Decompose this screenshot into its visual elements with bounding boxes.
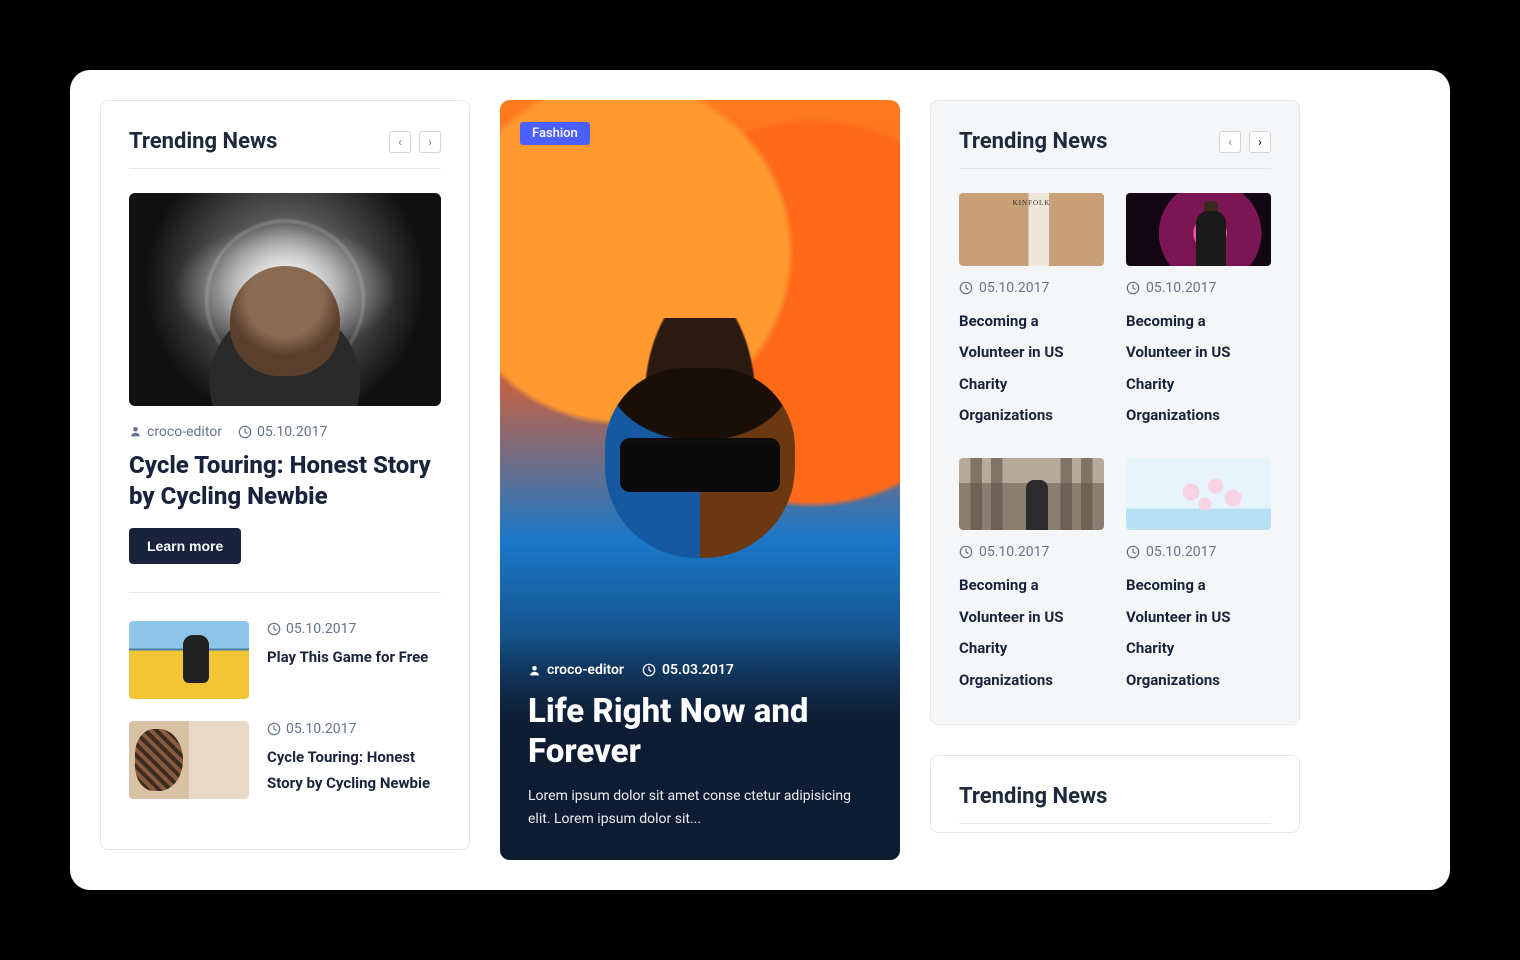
grid-meta: 05.10.2017	[959, 280, 1104, 296]
grid-item[interactable]: 05.10.2017 Becoming a Volunteer in US Ch…	[959, 193, 1104, 432]
clock-icon	[959, 281, 973, 295]
date-meta: 05.10.2017	[238, 424, 327, 440]
author-name: croco-editor	[147, 424, 222, 440]
grid-date: 05.10.2017	[979, 544, 1049, 560]
chevron-right-icon: ›	[1258, 135, 1262, 149]
hero-date-value: 05.03.2017	[662, 662, 734, 678]
list-item-body: 05.10.2017 Play This Game for Free	[267, 621, 428, 699]
grid-meta: 05.10.2017	[1126, 544, 1271, 560]
chevron-left-icon: ‹	[1228, 135, 1232, 149]
left-column: Trending News ‹ › croco-editor 05.10.201…	[100, 100, 470, 860]
clock-icon	[238, 425, 252, 439]
clock-icon	[267, 722, 281, 736]
author-meta[interactable]: croco-editor	[129, 424, 222, 440]
hero-meta: croco-editor 05.03.2017	[528, 662, 872, 678]
list-item-body: 05.10.2017 Cycle Touring: Honest Story b…	[267, 721, 441, 799]
list-item[interactable]: 05.10.2017 Cycle Touring: Honest Story b…	[129, 721, 441, 799]
card-header: Trending News ‹ ›	[959, 129, 1271, 169]
grid-title[interactable]: Becoming a Volunteer in US Charity Organ…	[959, 570, 1104, 696]
list-item-meta: 05.10.2017	[267, 621, 428, 637]
next-button[interactable]: ›	[1249, 131, 1271, 153]
list-item-thumb[interactable]	[129, 621, 249, 699]
chevron-right-icon: ›	[428, 135, 432, 149]
trending-card-left: Trending News ‹ › croco-editor 05.10.201…	[100, 100, 470, 850]
right-column: Trending News ‹ › 05.10.2017 Becoming a …	[930, 100, 1300, 860]
hero-author[interactable]: croco-editor	[528, 662, 624, 678]
hero-column: Fashion croco-editor 05.03.2017 Life Rig…	[500, 100, 900, 860]
feature-title[interactable]: Cycle Touring: Honest Story by Cycling N…	[129, 450, 441, 512]
grid-title[interactable]: Becoming a Volunteer in US Charity Organ…	[959, 306, 1104, 432]
list-item-date: 05.10.2017	[286, 721, 356, 737]
trending-card-right-2: Trending News	[930, 755, 1300, 833]
divider	[129, 592, 441, 593]
grid-thumb[interactable]	[1126, 458, 1271, 531]
list-item[interactable]: 05.10.2017 Play This Game for Free	[129, 621, 441, 699]
trending-card-right: Trending News ‹ › 05.10.2017 Becoming a …	[930, 100, 1300, 725]
grid-thumb[interactable]	[959, 458, 1104, 531]
card-title: Trending News	[959, 129, 1107, 154]
nav-buttons: ‹ ›	[1219, 131, 1271, 153]
category-badge[interactable]: Fashion	[520, 122, 590, 145]
grid-meta: 05.10.2017	[959, 544, 1104, 560]
grid-title[interactable]: Becoming a Volunteer in US Charity Organ…	[1126, 570, 1271, 696]
learn-more-button[interactable]: Learn more	[129, 528, 241, 564]
grid-date: 05.10.2017	[1146, 544, 1216, 560]
grid-meta: 05.10.2017	[1126, 280, 1271, 296]
hero-date: 05.03.2017	[642, 662, 734, 678]
prev-button[interactable]: ‹	[389, 131, 411, 153]
grid-item[interactable]: 05.10.2017 Becoming a Volunteer in US Ch…	[1126, 193, 1271, 432]
clock-icon	[642, 663, 656, 677]
next-button[interactable]: ›	[419, 131, 441, 153]
grid-date: 05.10.2017	[1146, 280, 1216, 296]
hero-excerpt: Lorem ipsum dolor sit amet conse ctetur …	[528, 785, 872, 830]
list-item-date: 05.10.2017	[286, 621, 356, 637]
grid-title[interactable]: Becoming a Volunteer in US Charity Organ…	[1126, 306, 1271, 432]
list-item-title[interactable]: Cycle Touring: Honest Story by Cycling N…	[267, 745, 441, 796]
hero-content: croco-editor 05.03.2017 Life Right Now a…	[500, 636, 900, 860]
date-value: 05.10.2017	[257, 424, 327, 440]
clock-icon	[959, 545, 973, 559]
feature-image[interactable]	[129, 193, 441, 406]
card-title: Trending News	[129, 129, 277, 154]
list-item-title[interactable]: Play This Game for Free	[267, 645, 428, 671]
card-header: Trending News ‹ ›	[129, 129, 441, 169]
clock-icon	[1126, 281, 1140, 295]
hero-image	[570, 318, 830, 678]
clock-icon	[267, 622, 281, 636]
grid-thumb[interactable]	[959, 193, 1104, 266]
list-item-thumb[interactable]	[129, 721, 249, 799]
user-icon	[129, 425, 142, 438]
grid-item[interactable]: 05.10.2017 Becoming a Volunteer in US Ch…	[1126, 458, 1271, 697]
card-header: Trending News	[959, 784, 1271, 824]
hero-author-name: croco-editor	[547, 662, 624, 678]
card-title: Trending News	[959, 784, 1107, 809]
grid-date: 05.10.2017	[979, 280, 1049, 296]
hero-card[interactable]: Fashion croco-editor 05.03.2017 Life Rig…	[500, 100, 900, 860]
nav-buttons: ‹ ›	[389, 131, 441, 153]
clock-icon	[1126, 545, 1140, 559]
grid-thumb[interactable]	[1126, 193, 1271, 266]
chevron-left-icon: ‹	[398, 135, 402, 149]
list-item-meta: 05.10.2017	[267, 721, 441, 737]
user-icon	[528, 664, 541, 677]
hero-title[interactable]: Life Right Now and Forever	[528, 692, 872, 771]
grid-item[interactable]: 05.10.2017 Becoming a Volunteer in US Ch…	[959, 458, 1104, 697]
feature-meta: croco-editor 05.10.2017	[129, 424, 441, 440]
trending-grid: 05.10.2017 Becoming a Volunteer in US Ch…	[959, 193, 1271, 696]
prev-button[interactable]: ‹	[1219, 131, 1241, 153]
showcase-stage: Trending News ‹ › croco-editor 05.10.201…	[70, 70, 1450, 890]
